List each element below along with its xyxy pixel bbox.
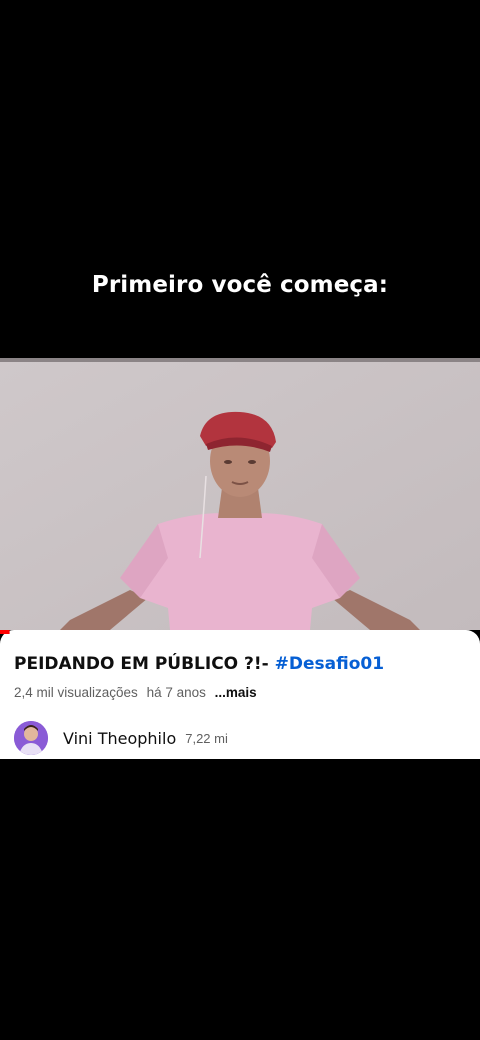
video-meta-row: 2,4 mil visualizações há 7 anos ...mais xyxy=(14,685,262,700)
progress-bar[interactable] xyxy=(0,630,480,634)
overlay-caption: Primeiro você começa: xyxy=(91,272,389,298)
video-frame-image xyxy=(0,358,480,630)
view-count: 2,4 mil visualizações xyxy=(14,685,138,700)
channel-row[interactable]: Vini Theophilo 7,22 mi xyxy=(14,720,228,756)
hashtag-link[interactable]: #Desafio01 xyxy=(275,654,384,674)
video-title[interactable]: PEIDANDO EM PÚBLICO ?!- #Desafio01 xyxy=(14,654,384,674)
video-title-text: PEIDANDO EM PÚBLICO ?!- xyxy=(14,654,275,674)
channel-name[interactable]: Vini Theophilo xyxy=(63,729,176,748)
subscriber-count: 7,22 mi xyxy=(185,730,228,746)
upload-age: há 7 anos xyxy=(146,685,206,700)
more-button[interactable]: ...mais xyxy=(215,685,257,700)
channel-avatar[interactable] xyxy=(14,721,48,755)
progress-fill xyxy=(0,630,10,634)
avatar-icon xyxy=(14,721,48,755)
video-info-card: PEIDANDO EM PÚBLICO ?!- #Desafio01 2,4 m… xyxy=(0,630,480,759)
video-frame[interactable] xyxy=(0,358,480,630)
